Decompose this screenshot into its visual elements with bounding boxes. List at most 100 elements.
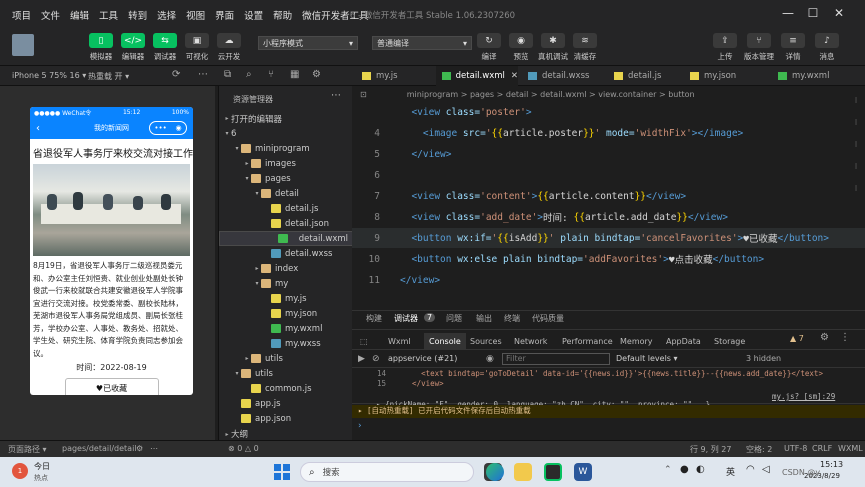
tray-overflow-icon[interactable]: ⌃ — [664, 465, 672, 475]
editor-tab[interactable]: my.json — [684, 66, 768, 86]
debug-top-tab[interactable]: 构建 — [366, 313, 382, 324]
windows-start-icon[interactable] — [274, 464, 290, 480]
menu-item[interactable]: 微信开发者工具 — [302, 8, 369, 22]
settings-icon[interactable]: ⚙ — [820, 332, 829, 343]
console-filter-input[interactable] — [502, 352, 610, 365]
folder-item[interactable]: ▸ images — [219, 156, 353, 171]
menu-item[interactable]: 视图 — [186, 8, 205, 22]
file-item[interactable]: detail.js — [219, 201, 353, 216]
file-item[interactable]: detail.wxml — [219, 231, 353, 246]
outline-section[interactable]: ▸ 大纲 — [219, 428, 353, 440]
tray-shield-icon[interactable]: ● — [680, 464, 689, 475]
maximize-button[interactable]: ☐ — [804, 6, 822, 22]
folder-item[interactable]: ▸ index — [219, 261, 353, 276]
wechat-devtools-icon[interactable] — [544, 463, 562, 481]
code-line[interactable]: 8 <view class='add_date' > 时间: {{article.a… — [352, 207, 865, 227]
branch-button[interactable]: ⑂ 版本管理 — [742, 33, 776, 62]
file-item[interactable]: detail.wxss — [219, 246, 353, 261]
source-link[interactable]: my.js?_[sm]:29 — [772, 392, 835, 401]
refresh-button[interactable]: ↻ 编译 — [472, 33, 506, 62]
file-item[interactable]: app.json — [219, 411, 353, 426]
devtools-tab[interactable]: Wxml — [388, 333, 411, 349]
code-line[interactable]: 5 </view> — [352, 144, 865, 164]
folder-item[interactable]: ▾ my — [219, 276, 353, 291]
debug-top-tab[interactable]: 问题 — [446, 313, 462, 324]
menu-item[interactable]: 文件 — [41, 8, 60, 22]
menu-item[interactable]: 帮助 — [273, 8, 292, 22]
devtools-tab[interactable]: Sources — [470, 333, 502, 349]
edge-icon[interactable] — [486, 463, 504, 481]
menu-item[interactable]: 工具 — [99, 8, 118, 22]
editor-tab[interactable]: my.wxml — [772, 66, 852, 86]
editor-tab[interactable]: detail.wxml ✕ — [436, 66, 518, 86]
devtools-tab[interactable]: Performance — [562, 333, 613, 349]
debug-top-tab[interactable]: 调试器 — [394, 313, 418, 324]
search-icon[interactable]: ⌕ — [246, 69, 252, 80]
language-mode[interactable]: WXML — [838, 444, 863, 453]
menu-item[interactable]: 设置 — [244, 8, 263, 22]
layers-button[interactable]: ≋ 清缓存 — [568, 33, 602, 62]
compile-select[interactable]: 普通编译 ▾ — [372, 36, 472, 50]
editor-tab[interactable]: detail.wxss — [522, 66, 604, 86]
visual-button[interactable]: ▣ 可视化 — [180, 33, 214, 62]
editor-tab[interactable]: my.js — [356, 66, 432, 86]
path-settings-icon[interactable]: ⚙ — [136, 444, 143, 453]
debug-top-tab[interactable]: 输出 — [476, 313, 492, 324]
network-icon[interactable]: ◠ — [746, 464, 755, 475]
cloud-button[interactable]: ☁ 云开发 — [212, 33, 246, 62]
code-button[interactable]: </> 编辑器 — [116, 33, 150, 62]
file-item[interactable]: my.json — [219, 306, 353, 321]
menu-item[interactable]: 界面 — [215, 8, 234, 22]
clock-time[interactable]: 15:13 — [820, 460, 843, 469]
minimize-button[interactable]: — — [779, 6, 797, 22]
devtools-tab[interactable]: AppData — [666, 333, 701, 349]
eye-icon[interactable]: ◉ — [486, 354, 502, 364]
folder-item[interactable]: ▾ detail — [219, 186, 353, 201]
details-button[interactable]: ≡ 详情 — [776, 33, 810, 62]
explorer-more-icon[interactable]: ⋯ — [331, 90, 341, 101]
folder-item[interactable]: ▾ miniprogram — [219, 141, 353, 156]
devtools-tab[interactable]: Console — [424, 333, 466, 349]
git-icon[interactable]: ⑂ — [268, 69, 274, 80]
file-explorer-icon[interactable] — [514, 463, 532, 481]
folder-item[interactable]: ▸ utils — [219, 351, 353, 366]
capsule-menu[interactable]: ••• ◉ — [149, 121, 187, 135]
upload-button[interactable]: ⇪ 上传 — [708, 33, 742, 62]
log-levels-select[interactable]: Default levels ▾ — [616, 354, 746, 363]
bug-button[interactable]: ✱ 真机调试 — [536, 33, 570, 62]
close-button[interactable]: ✕ — [830, 6, 848, 22]
devtools-tab[interactable]: Storage — [714, 333, 745, 349]
favorite-button[interactable]: ♥已收藏 — [64, 378, 159, 395]
file-item[interactable]: common.js — [219, 381, 353, 396]
folder-item[interactable]: ▾ pages — [219, 171, 353, 186]
code-line[interactable]: 9 <button wx:if= '{{isAdd}} ' plain bindta… — [352, 228, 865, 248]
debug-top-tab[interactable]: 终端 — [504, 313, 520, 324]
menu-item[interactable]: 编辑 — [70, 8, 89, 22]
more-icon[interactable]: ⋯ — [198, 69, 208, 80]
open-editors-section[interactable]: ▸ 打开的编辑器 — [219, 111, 353, 126]
code-line[interactable]: 4 <image src= '{{article.poster}} ' mode= '… — [352, 123, 865, 143]
file-item[interactable]: detail.json — [219, 216, 353, 231]
devtools-tab[interactable]: Network — [514, 333, 547, 349]
file-item[interactable]: my.wxss — [219, 336, 353, 351]
tray-app-icon[interactable]: ◐ — [696, 464, 705, 475]
file-item[interactable]: my.js — [219, 291, 353, 306]
code-line[interactable]: 6 — [352, 165, 865, 185]
debug-top-tab[interactable]: 代码质量 — [532, 313, 564, 324]
warning-count[interactable]: ▲ 7 — [790, 334, 804, 343]
console-prompt[interactable]: › — [358, 421, 362, 431]
code-editor[interactable]: <view class='poster' >4 <image src= '{{art… — [352, 102, 865, 310]
debug-button[interactable]: ⇆ 调试器 — [148, 33, 182, 62]
indent-setting[interactable]: 空格: 2 — [746, 444, 772, 455]
cursor-position[interactable]: 行 9, 列 27 — [690, 444, 731, 455]
code-line[interactable]: <view class='poster' > — [352, 102, 865, 122]
page-path[interactable]: pages/detail/detail — [62, 444, 137, 453]
avatar[interactable] — [12, 34, 34, 56]
word-icon[interactable]: W — [574, 463, 592, 481]
folder-item[interactable]: ▾ utils — [219, 366, 353, 381]
mode-select[interactable]: 小程序模式 ▾ — [258, 36, 358, 50]
device-select[interactable]: iPhone 5 75% 16 ▾ — [12, 71, 86, 80]
editor-tab[interactable]: detail.js — [608, 66, 680, 86]
ime-indicator[interactable]: 英 — [726, 465, 735, 478]
encoding[interactable]: UTF-8 — [784, 444, 807, 453]
